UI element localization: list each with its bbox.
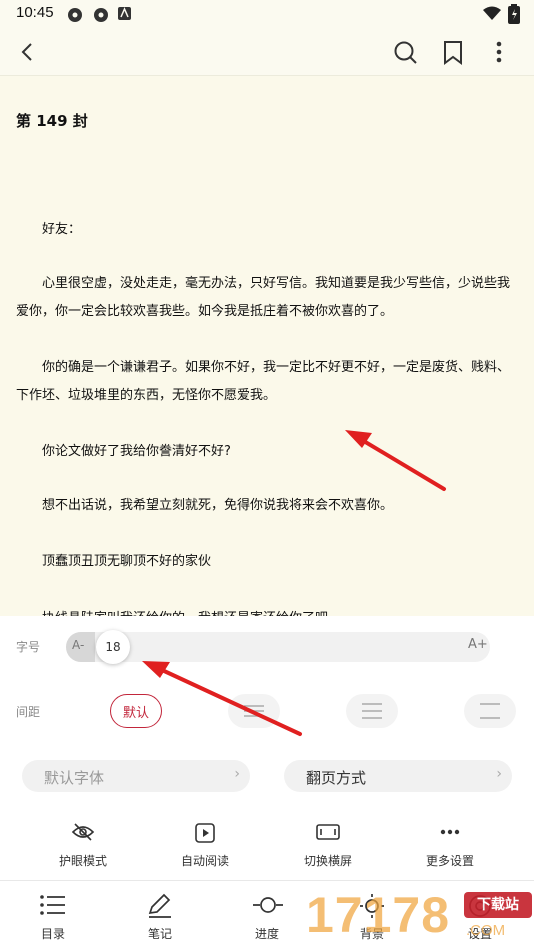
font-size-slider-thumb[interactable]: 18: [96, 630, 130, 664]
reading-settings-panel: 字号 A- 18 A+ 间距 默认 默认字体 › 翻页方式 › 护眼模式 自动阅…: [0, 616, 534, 880]
progress-icon: [253, 897, 283, 913]
landscape-icon: [316, 824, 340, 840]
app-notification-icon: [118, 7, 131, 20]
font-size-label: 字号: [16, 640, 41, 654]
status-bar: 10:45: [0, 0, 534, 28]
more-settings-button[interactable]: [400, 822, 500, 846]
spacing-option-loose[interactable]: [464, 694, 516, 728]
nav-label-contents: 目录: [40, 927, 65, 941]
spacing-option-compact[interactable]: [228, 694, 280, 728]
eye-care-mode-label: 护眼模式: [58, 854, 107, 868]
landscape-toggle-button[interactable]: [278, 822, 378, 846]
chevron-right-icon: ›: [234, 766, 240, 782]
spacing-label: 间距: [16, 705, 41, 719]
back-arrow-icon[interactable]: [16, 40, 40, 64]
wifi-icon: [483, 6, 501, 20]
font-select-button[interactable]: 默认字体 ›: [22, 760, 250, 792]
nav-item-progress[interactable]: 进度: [227, 881, 307, 950]
nav-label-progress: 进度: [254, 927, 279, 941]
top-app-bar: [0, 28, 534, 76]
paragraph: 好友：: [42, 222, 82, 237]
reading-area[interactable]: 第 149 封 好友： 心里很空虚，没处走走，毫无办法，只好写信。我知道要是我少…: [0, 76, 534, 616]
paragraph: 你的确是一个谦谦君子。如果你不好，我一定比不好更不好，一定是废货、贱料、下作坯、…: [16, 360, 511, 403]
play-icon: [195, 823, 215, 843]
increase-font-button[interactable]: A+: [468, 637, 488, 652]
nav-label-notes: 笔记: [147, 927, 172, 941]
watermark-digits: 17178: [306, 887, 451, 943]
page-turn-label: 翻页方式: [306, 769, 367, 787]
spacing-option-default[interactable]: 默认: [110, 694, 162, 728]
paragraph: 顶蠢顶丑顶无聊顶不好的家伙: [42, 554, 212, 569]
site-watermark: 17178 下载站 .COM: [306, 886, 534, 948]
list-icon: [40, 895, 65, 915]
paragraph: 你论文做好了我给你誊清好不好?: [42, 444, 231, 459]
paragraph-cut-off: 协线具陆家叫我还给你的，我想还是寄还给你了吧: [16, 607, 520, 616]
app-notification-icon: [94, 8, 108, 22]
eye-off-icon: [71, 823, 95, 841]
spacing-medium-icon: [362, 703, 382, 719]
spacing-option-medium[interactable]: [346, 694, 398, 728]
spacing-loose-icon: [480, 703, 500, 719]
decrease-font-button[interactable]: A-: [72, 638, 84, 652]
paragraph: 心里很空虚，没处走走，毫无办法，只好写信。我知道要是我少写些信，少说些我爱你，你…: [16, 276, 511, 319]
search-icon[interactable]: [393, 40, 419, 66]
spacing-compact-icon: [244, 705, 264, 717]
auto-read-label: 自动阅读: [180, 854, 229, 868]
font-select-label: 默认字体: [44, 769, 105, 787]
page-turn-button[interactable]: 翻页方式 ›: [284, 760, 512, 792]
nav-item-notes[interactable]: 笔记: [120, 881, 200, 950]
watermark-badge: 下载站: [464, 892, 532, 918]
more-horizontal-icon: [440, 829, 460, 835]
chapter-title: 第 149 封: [16, 112, 88, 130]
chevron-right-icon: ›: [496, 766, 502, 782]
bookmark-icon[interactable]: [442, 40, 464, 66]
more-vertical-icon[interactable]: [492, 40, 506, 66]
app-notification-icon: [68, 8, 82, 22]
watermark-domain: .COM: [466, 922, 506, 939]
paragraph: 想不出话说，我希望立刻就死，免得你说我将来会不欢喜你。: [42, 498, 394, 513]
more-settings-label: 更多设置: [425, 854, 474, 868]
landscape-toggle-label: 切换横屏: [303, 854, 352, 868]
eye-care-mode-button[interactable]: [33, 822, 133, 846]
pen-icon: [148, 893, 171, 918]
auto-read-button[interactable]: [155, 822, 255, 848]
status-time: 10:45: [16, 4, 54, 21]
battery-icon: [508, 4, 520, 24]
nav-item-contents[interactable]: 目录: [13, 881, 93, 950]
